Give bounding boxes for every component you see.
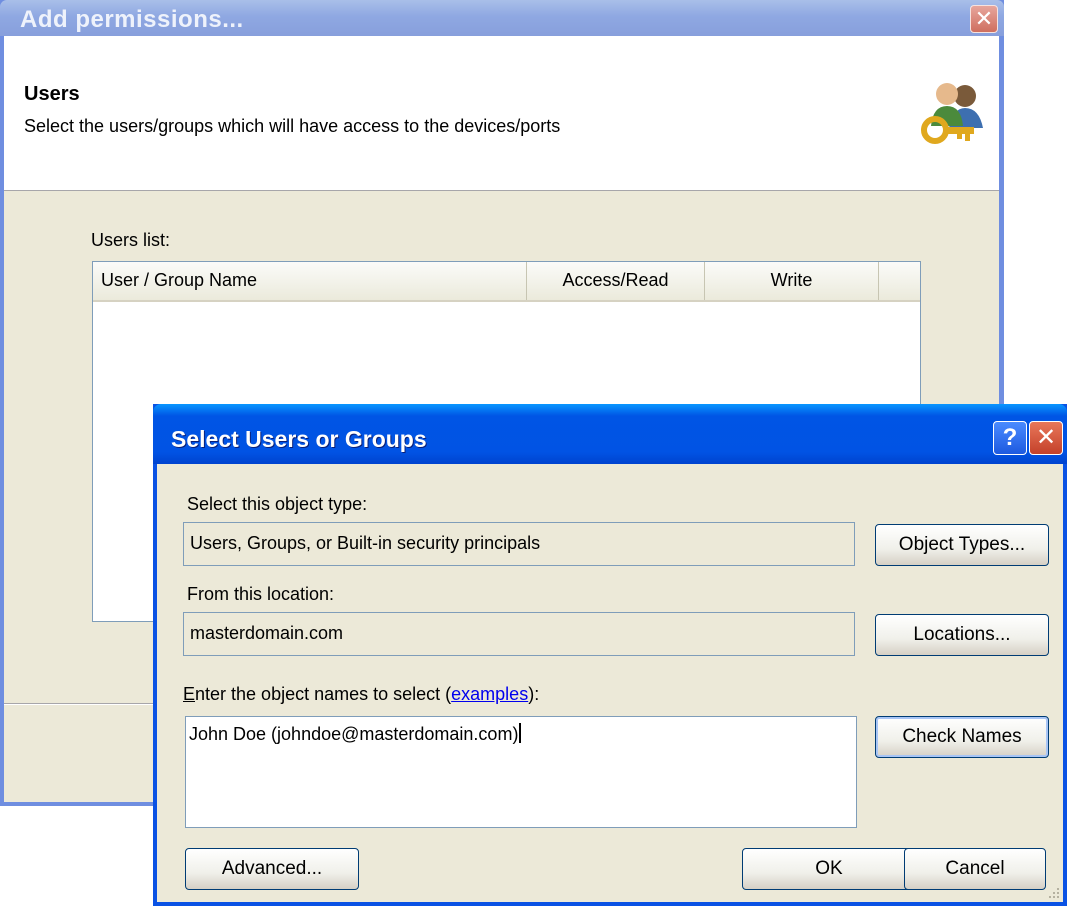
object-names-value: John Doe (johndoe@masterdomain.com)	[189, 724, 519, 744]
object-names-input[interactable]: John Doe (johndoe@masterdomain.com)	[185, 716, 857, 828]
names-label-suffix: ):	[528, 684, 540, 704]
wizard-header: Users Select the users/groups which will…	[4, 36, 999, 191]
cancel-button[interactable]: Cancel	[904, 848, 1046, 890]
help-icon[interactable]: ?	[993, 421, 1027, 455]
close-icon[interactable]: ✕	[1029, 421, 1063, 455]
users-list-header: User / Group Name Access/Read Write	[93, 262, 920, 302]
check-names-button[interactable]: Check Names	[875, 716, 1049, 758]
add-permissions-title: Add permissions...	[20, 6, 244, 33]
column-access-read[interactable]: Access/Read	[527, 262, 705, 300]
add-permissions-titlebar[interactable]: Add permissions... ✕	[0, 0, 1004, 36]
users-list-label: Users list:	[91, 230, 171, 250]
location-label: From this location:	[187, 584, 335, 604]
advanced-button[interactable]: Advanced...	[185, 848, 359, 890]
users-key-icon	[921, 83, 983, 144]
ok-button[interactable]: OK	[742, 848, 916, 890]
column-user-group-name[interactable]: User / Group Name	[93, 262, 527, 300]
location-field: masterdomain.com	[183, 612, 855, 656]
text-caret	[519, 723, 522, 743]
examples-link[interactable]: examples	[451, 684, 528, 704]
object-type-label: Select this object type:	[187, 494, 368, 514]
close-icon[interactable]: ✕	[970, 5, 998, 33]
header-subtitle: Select the users/groups which will have …	[24, 116, 561, 136]
object-types-button[interactable]: Object Types...	[875, 524, 1049, 566]
locations-button[interactable]: Locations...	[875, 614, 1049, 656]
names-label-text: nter the object names to select (	[195, 684, 452, 704]
select-users-titlebar[interactable]: Select Users or Groups ? ✕	[153, 404, 1067, 464]
object-type-field: Users, Groups, or Built-in security prin…	[183, 522, 855, 566]
names-label-mnemonic: E	[183, 684, 196, 704]
object-names-label: Enter the object names to select (exampl…	[183, 684, 539, 705]
column-write[interactable]: Write	[705, 262, 879, 300]
resize-grip-icon[interactable]	[1045, 884, 1061, 900]
select-users-dialog: Select Users or Groups ? ✕ Select this o…	[153, 404, 1067, 906]
select-users-title: Select Users or Groups	[171, 426, 427, 452]
select-users-client: Select this object type: Users, Groups, …	[157, 464, 1063, 902]
header-title: Users	[24, 83, 80, 105]
